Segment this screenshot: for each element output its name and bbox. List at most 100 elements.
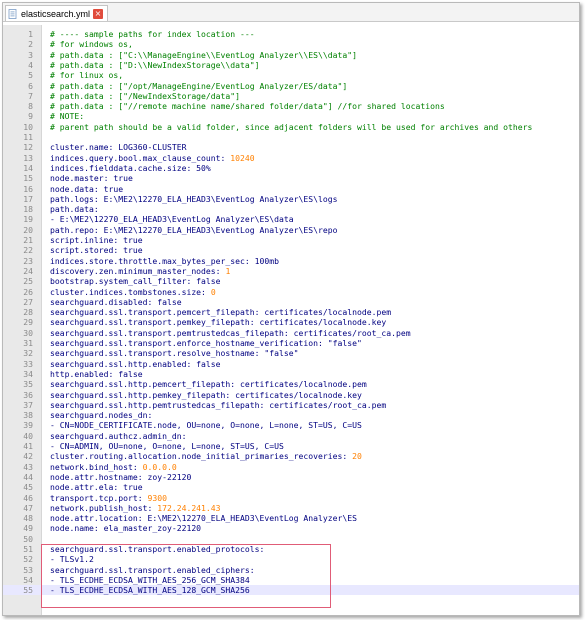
line-text: path.repo: E:\ME2\12270_ELA_HEAD3\EventL…	[50, 225, 338, 235]
line-number: 21	[23, 235, 33, 245]
code-line[interactable]: 22 script.stored: true	[3, 245, 579, 255]
token-num: 0.0.0.0	[142, 461, 177, 472]
code-line[interactable]: 46 transport.tcp.port: 9300	[3, 493, 579, 503]
code-line[interactable]: 48 node.attr.location: E:\ME2\12270_ELA_H…	[3, 513, 579, 523]
line-number: 12	[23, 142, 33, 153]
code-line[interactable]: 52 - TLSv1.2	[3, 554, 579, 564]
code-line[interactable]: 12 cluster.name: LOG360-CLUSTER	[3, 142, 579, 152]
code-line[interactable]: 2 # for windows os,	[3, 39, 579, 49]
token-num: 20	[352, 451, 362, 462]
code-line[interactable]: 32 searchguard.ssl.transport.resolve_host…	[3, 348, 579, 358]
code-line[interactable]: 4 # path.data : ["D:\\NewIndexStorage\\da…	[3, 60, 579, 70]
token-key: indices.store.throttle.max_bytes_per_sec…	[50, 255, 280, 266]
code-line[interactable]: 19 - E:\ME2\12270_ELA_HEAD3\EventLog Anal…	[3, 214, 579, 224]
code-line[interactable]: 18 path.data:	[3, 204, 579, 214]
code-line[interactable]: 55 - TLS_ECDHE_ECDSA_WITH_AES_128_GCM_SHA…	[3, 585, 579, 596]
line-text: # ---- sample paths for index location -…	[50, 29, 255, 39]
line-text: searchguard.ssl.http.pemkey_filepath: ce…	[50, 390, 362, 400]
code-line[interactable]: 1 # ---- sample paths for index location …	[3, 29, 579, 39]
code-line[interactable]: 50	[3, 534, 579, 544]
code-line[interactable]: 8 # path.data : ["//remote machine name/s…	[3, 101, 579, 111]
token-plain: - TLSv1.2	[50, 554, 94, 565]
token-key: transport.tcp.port:	[50, 492, 148, 503]
line-text: cluster.routing.allocation.node_initial_…	[50, 451, 362, 461]
code-line[interactable]: 5 # for linux os,	[3, 70, 579, 80]
code-line[interactable]: 38 searchguard.nodes_dn:	[3, 410, 579, 420]
line-text: node.attr.location: E:\ME2\12270_ELA_HEA…	[50, 513, 357, 523]
code-line[interactable]: 20 path.repo: E:\ME2\12270_ELA_HEAD3\Even…	[3, 225, 579, 235]
line-text: searchguard.ssl.transport.pemtrustedcas_…	[50, 328, 411, 338]
line-number: 41	[23, 441, 33, 451]
code-line[interactable]: 9 # NOTE:	[3, 111, 579, 121]
token-key: script.stored: true	[50, 245, 143, 256]
code-line[interactable]: 35 searchguard.ssl.http.pemcert_filepath:…	[3, 379, 579, 389]
code-line[interactable]: 16 node.data: true	[3, 184, 579, 194]
line-text: # path.data : ["/opt/ManageEngine/EventL…	[50, 81, 347, 91]
line-number: 23	[23, 255, 33, 266]
code-line[interactable]: 39 - CN=NODE_CERTIFICATE.node, OU=none, O…	[3, 420, 579, 430]
line-number: 52	[23, 554, 33, 565]
code-line[interactable]: 21 script.inline: true	[3, 235, 579, 245]
code-line[interactable]: 26 cluster.indices.tombstones.size: 0	[3, 287, 579, 297]
code-line[interactable]: 49 node.name: ela_master_zoy-22120	[3, 523, 579, 533]
code-line[interactable]: 44 node.attr.hostname: zoy-22120	[3, 472, 579, 482]
code-line[interactable]: 7 # path.data : ["/NewIndexStorage/data"]	[3, 91, 579, 101]
code-line[interactable]: 53 searchguard.ssl.transport.enabled_ciph…	[3, 565, 579, 575]
line-text: network.bind_host: 0.0.0.0	[50, 462, 177, 472]
code-line[interactable]: 17 path.logs: E:\ME2\12270_ELA_HEAD3\Even…	[3, 194, 579, 204]
code-line[interactable]: 37 searchguard.ssl.http.pemtrustedcas_fil…	[3, 400, 579, 410]
line-text: indices.store.throttle.max_bytes_per_sec…	[50, 256, 279, 266]
token-plain: - E:\ME2\12270_ELA_HEAD3\EventLog Analyz…	[50, 214, 294, 225]
code-line[interactable]: 3 # path.data : ["C:\\ManageEngine\\Event…	[3, 50, 579, 60]
code-line[interactable]: 40 searchguard.authcz.admin_dn:	[3, 431, 579, 441]
code-line[interactable]: 28 searchguard.ssl.transport.pemcert_file…	[3, 307, 579, 317]
code-line[interactable]: 24 discovery.zen.minimum_master_nodes: 1	[3, 266, 579, 276]
tab-bar: elasticsearch.yml ×	[3, 3, 579, 22]
code-editor[interactable]: 1 # ---- sample paths for index location …	[3, 25, 579, 615]
code-line[interactable]: 14 indices.fielddata.cache.size: 50%	[3, 163, 579, 173]
code-line[interactable]: 10 # parent path should be a valid folder…	[3, 122, 579, 132]
code-line[interactable]: 23 indices.store.throttle.max_bytes_per_s…	[3, 256, 579, 266]
line-text: # path.data : ["/NewIndexStorage/data"]	[50, 91, 240, 101]
code-line[interactable]: 29 searchguard.ssl.transport.pemkey_filep…	[3, 317, 579, 327]
line-text: path.data:	[50, 204, 99, 214]
line-number: 40	[23, 430, 33, 441]
line-number: 36	[23, 389, 33, 400]
line-text: searchguard.authcz.admin_dn:	[50, 431, 186, 441]
code-line[interactable]: 6 # path.data : ["/opt/ManageEngine/Event…	[3, 81, 579, 91]
token-key: path.data:	[50, 204, 99, 215]
line-text: searchguard.ssl.transport.enforce_hostna…	[50, 338, 362, 348]
code-line[interactable]: 27 searchguard.disabled: false	[3, 297, 579, 307]
token-key: cluster.indices.tombstones.size:	[50, 286, 211, 297]
code-line[interactable]: 25 bootstrap.system_call_filter: false	[3, 276, 579, 286]
code-line[interactable]: 41 - CN=ADMIN, OU=none, O=none, L=none, S…	[3, 441, 579, 451]
tab-elasticsearch-yml[interactable]: elasticsearch.yml ×	[5, 5, 109, 21]
token-key: searchguard.ssl.transport.pemtrustedcas_…	[50, 327, 411, 338]
code-line[interactable]: 42 cluster.routing.allocation.node_initia…	[3, 451, 579, 461]
code-line[interactable]: 43 network.bind_host: 0.0.0.0	[3, 462, 579, 472]
code-line[interactable]: 47 network.publish_host: 172.24.241.43	[3, 503, 579, 513]
code-line[interactable]: 45 node.attr.ela: true	[3, 482, 579, 492]
code-line[interactable]: 51 searchguard.ssl.transport.enabled_prot…	[3, 544, 579, 554]
line-number: 49	[23, 523, 33, 534]
line-number: 18	[23, 204, 33, 215]
token-comment: # path.data : ["/opt/ManageEngine/EventL…	[50, 80, 348, 91]
line-number: 29	[23, 317, 33, 328]
code-line[interactable]: 54 - TLS_ECDHE_ECDSA_WITH_AES_256_GCM_SHA…	[3, 575, 579, 585]
token-key: network.bind_host:	[50, 461, 143, 472]
close-icon[interactable]: ×	[93, 8, 104, 19]
code-line[interactable]: 31 searchguard.ssl.transport.enforce_host…	[3, 338, 579, 348]
line-number: 5	[28, 70, 33, 81]
code-line[interactable]: 13 indices.query.bool.max_clause_count: 1…	[3, 153, 579, 163]
editor-window: elasticsearch.yml × 1 # ---- sample paths…	[2, 2, 580, 616]
line-text: searchguard.ssl.transport.pemcert_filepa…	[50, 307, 391, 317]
code-line[interactable]: 11	[3, 132, 579, 142]
line-number: 25	[23, 276, 33, 287]
line-text: network.publish_host: 172.24.241.43	[50, 503, 221, 513]
code-line[interactable]: 30 searchguard.ssl.transport.pemtrustedca…	[3, 328, 579, 338]
code-line[interactable]: 15 node.master: true	[3, 173, 579, 183]
tab-label: elasticsearch.yml	[21, 8, 91, 19]
code-line[interactable]: 34 http.enabled: false	[3, 369, 579, 379]
code-line[interactable]: 36 searchguard.ssl.http.pemkey_filepath: …	[3, 390, 579, 400]
code-line[interactable]: 33 searchguard.ssl.http.enabled: false	[3, 359, 579, 369]
